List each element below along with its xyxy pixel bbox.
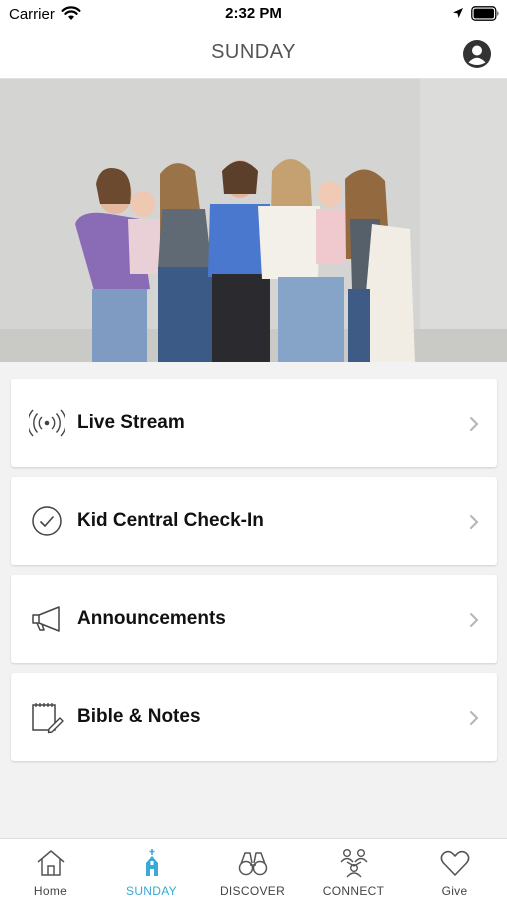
heart-icon: [440, 850, 470, 876]
tab-connect-label: CONNECT: [322, 884, 385, 898]
live-stream-card[interactable]: Live Stream: [11, 379, 497, 467]
bible-notes-label: Bible & Notes: [77, 706, 201, 727]
chevron-right-icon: [470, 613, 479, 627]
tab-discover[interactable]: DISCOVER: [202, 839, 303, 900]
announcements-card[interactable]: Announcements: [11, 575, 497, 663]
binoculars-icon: [238, 852, 268, 876]
check-circle-icon: [32, 506, 62, 536]
megaphone-icon: [32, 606, 60, 632]
chevron-right-icon: [470, 515, 479, 529]
profile-icon[interactable]: [462, 39, 492, 69]
house-icon: [37, 850, 65, 876]
tab-sunday[interactable]: SUNDAY: [101, 839, 202, 900]
church-icon: [146, 849, 158, 876]
live-stream-label: Live Stream: [77, 412, 185, 433]
battery-icon: [471, 6, 499, 21]
tab-discover-label: DISCOVER: [219, 884, 286, 898]
location-arrow-icon: [453, 8, 463, 18]
people-icon: [340, 849, 368, 878]
tab-home-label: Home: [33, 884, 68, 898]
group-photo-illustration: [0, 79, 507, 362]
broadcast-icon: [29, 409, 65, 437]
nav-bar: SUNDAY: [0, 30, 507, 79]
chevron-right-icon: [470, 711, 479, 725]
tab-home[interactable]: Home: [0, 839, 101, 900]
kid-central-checkin-card[interactable]: Kid Central Check-In: [11, 477, 497, 565]
announcements-label: Announcements: [77, 608, 226, 629]
tab-give-label: Give: [441, 884, 468, 898]
tab-bar: Home SUNDAY DISCOVER CONNECT Give: [0, 838, 507, 900]
tab-sunday-label: SUNDAY: [126, 884, 177, 898]
page-title: SUNDAY: [211, 41, 296, 63]
tab-connect[interactable]: CONNECT: [303, 839, 404, 900]
notepad-pen-icon: [32, 703, 64, 734]
hero-photo: [0, 79, 507, 362]
kid-central-checkin-label: Kid Central Check-In: [77, 510, 264, 531]
status-bar: Carrier 2:32 PM: [0, 0, 507, 30]
bible-notes-card[interactable]: Bible & Notes: [11, 673, 497, 761]
status-time: 2:32 PM: [225, 5, 282, 22]
chevron-right-icon: [470, 417, 479, 431]
tab-give[interactable]: Give: [404, 839, 505, 900]
